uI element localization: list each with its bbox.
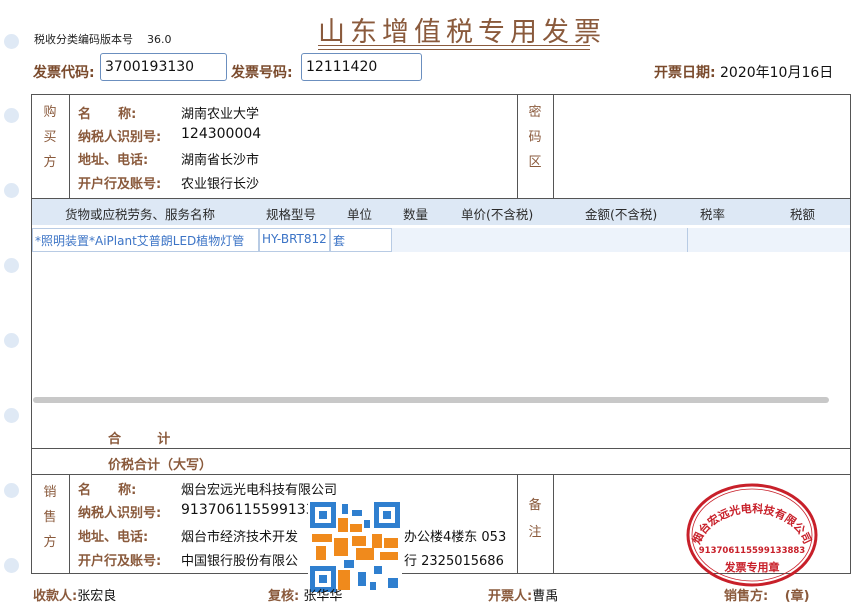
seal-placeholder: (章) xyxy=(784,589,810,604)
binder-hole xyxy=(4,558,19,573)
drawer: 开票人:曹禹 xyxy=(488,589,559,604)
item-tax-cell[interactable] xyxy=(751,228,850,252)
seal-type-text: 发票专用章 xyxy=(724,560,780,574)
seal-company-text: 烟台宏远光电科技有限公司 xyxy=(689,501,814,546)
seller-address-value: 烟台市经济技术开发 xyxy=(181,530,299,545)
subtotal-label: 合 计 xyxy=(108,432,171,447)
issue-date-value: 2020年10月16日 xyxy=(720,65,834,81)
divider xyxy=(31,448,851,449)
divider xyxy=(553,94,554,198)
horizontal-scrollbar[interactable] xyxy=(33,397,829,403)
drawer-value: 曹禹 xyxy=(532,589,559,604)
seller-sign: 销售方: (章) xyxy=(724,589,810,604)
buyer-bank-value: 农业银行长沙 xyxy=(181,177,260,192)
buyer-address-label: 地址、电话: xyxy=(78,153,149,168)
binder-hole xyxy=(4,483,19,498)
svg-text:烟台宏远光电科技有限公司: 烟台宏远光电科技有限公司 xyxy=(689,501,814,546)
item-price-cell[interactable] xyxy=(442,228,552,252)
qr-code-icon xyxy=(308,500,402,594)
title-underline xyxy=(318,49,590,50)
reviewer: 复核: 张华华 xyxy=(268,589,343,604)
invoice-code-label: 发票代码: xyxy=(33,65,95,81)
seal-taxid-text: 913706115599133883 xyxy=(699,546,806,556)
divider xyxy=(517,474,518,574)
version-label: 税收分类编码版本号 36.0 xyxy=(34,33,172,46)
seller-taxid-label: 纳税人识别号: xyxy=(78,506,162,521)
binder-hole xyxy=(4,333,19,348)
buyer-section-label: 购 买 方 xyxy=(43,105,57,170)
issue-date-label: 开票日期: xyxy=(654,65,716,81)
remarks-label: 备 注 xyxy=(528,498,542,540)
col-spec: 规格型号 xyxy=(266,207,317,222)
divider xyxy=(687,228,688,252)
buyer-taxid-value: 124300004 xyxy=(181,126,262,142)
seller-seal-icon: 烟台宏远光电科技有限公司 913706115599133883 发票专用章 xyxy=(686,483,818,587)
col-goods-name: 货物或应税劳务、服务名称 xyxy=(65,207,216,222)
item-rate-cell[interactable] xyxy=(687,228,751,252)
binder-hole xyxy=(4,183,19,198)
binder-hole xyxy=(4,108,19,123)
divider xyxy=(69,474,70,574)
divider xyxy=(69,94,70,198)
seller-bank-label: 开户行及账号: xyxy=(78,554,162,569)
payee: 收款人:张宏良 xyxy=(33,589,117,604)
col-unit-price: 单价(不含税) xyxy=(461,207,534,222)
seller-address-tail: 办公楼4楼东 053 xyxy=(404,530,507,545)
item-qty-cell[interactable] xyxy=(392,228,442,252)
buyer-name-label: 名 称: xyxy=(78,107,137,122)
seller-address-label: 地址、电话: xyxy=(78,530,149,545)
binder-hole xyxy=(4,408,19,423)
divider xyxy=(31,474,851,475)
grand-total-label: 价税合计（大写） xyxy=(108,458,213,473)
seller-section-label: 销 售 方 xyxy=(43,485,57,550)
title-underline xyxy=(318,45,590,46)
item-spec-cell[interactable]: HY-BRT812 xyxy=(259,228,330,252)
buyer-address-value: 湖南省长沙市 xyxy=(181,153,260,168)
seller-bank-tail: 行 2325015686 xyxy=(404,554,504,569)
divider xyxy=(517,94,518,198)
buyer-taxid-label: 纳税人识别号: xyxy=(78,130,162,145)
col-unit: 单位 xyxy=(347,207,373,222)
reviewer-value: 张华华 xyxy=(303,589,343,604)
seller-name-label: 名 称: xyxy=(78,483,137,498)
seller-taxid-value: 9137061155991338 xyxy=(181,502,311,518)
version-value: 36.0 xyxy=(147,33,172,46)
buyer-bank-label: 开户行及账号: xyxy=(78,177,162,192)
col-amount: 金额(不含税) xyxy=(585,207,658,222)
divider xyxy=(553,474,554,574)
invoice-code-field[interactable]: 3700193130 xyxy=(100,53,227,81)
col-tax-rate: 税率 xyxy=(700,207,726,222)
item-amount-cell[interactable] xyxy=(552,228,687,252)
binder-hole xyxy=(4,258,19,273)
binder-hole xyxy=(4,34,19,49)
invoice-title: 山东增值税专用发票 xyxy=(318,17,606,48)
col-tax: 税额 xyxy=(790,207,816,222)
payee-value: 张宏良 xyxy=(77,589,117,604)
invoice-number-label: 发票号码: xyxy=(231,65,293,81)
item-name-cell[interactable]: *照明装置*AiPlant艾普朗LED植物灯管 xyxy=(32,228,259,252)
password-area-label: 密 码 区 xyxy=(528,105,542,170)
col-quantity: 数量 xyxy=(403,207,429,222)
seller-name-value: 烟台宏远光电科技有限公司 xyxy=(181,483,338,498)
invoice-number-field[interactable]: 12111420 xyxy=(301,53,422,81)
seller-bank-value: 中国银行股份有限公 xyxy=(181,554,299,569)
item-unit-cell[interactable]: 套 xyxy=(330,228,392,252)
buyer-name-value: 湖南农业大学 xyxy=(181,107,260,122)
